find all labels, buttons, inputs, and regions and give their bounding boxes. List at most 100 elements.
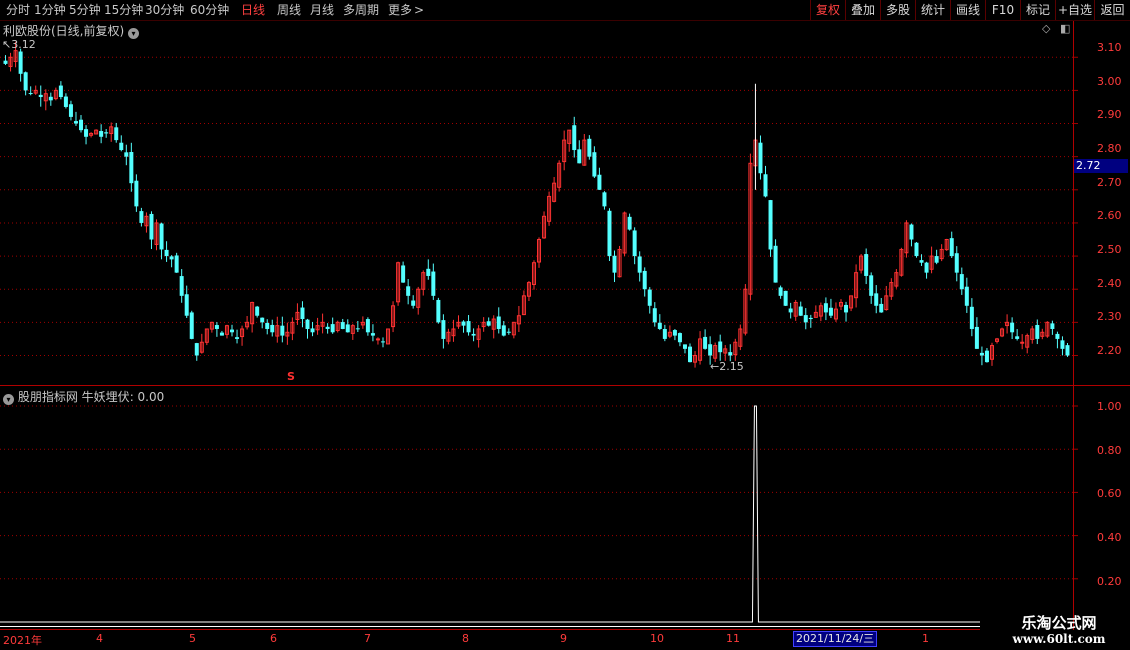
candle-body [411,300,416,306]
candle-body [657,322,662,329]
candle-body [924,262,929,273]
candle-body [934,256,939,263]
candle-body [164,249,169,257]
candle-body [73,121,78,124]
candle-body [788,308,793,313]
candle-body [169,256,174,260]
candle-body [879,303,884,313]
candle-body [607,210,612,257]
candle-body [149,213,154,240]
candle-body [375,338,380,341]
chevron-down-icon[interactable]: ▾ [3,394,14,405]
candle-body [823,303,828,313]
x-label-may: 5 [189,632,196,645]
candle-body [68,104,73,117]
candle-body [99,131,104,137]
candle-body [969,306,974,329]
candle-body [632,230,637,257]
y-tick-270: 2.70 [1097,176,1122,189]
candle-body [406,286,411,296]
main-panel-title-row: 利欧股份(日线,前复权) ▾ [3,22,140,39]
y-tick-300: 3.00 [1097,75,1122,88]
candle-body [58,85,63,98]
candle-body [84,129,89,137]
candle-body [365,319,370,333]
candle-body [959,274,964,290]
watermark-url: www.60lt.com [1012,632,1106,646]
candle-body [768,200,773,250]
candle-body [1020,341,1025,344]
candle-body [28,93,33,95]
candle-body [466,321,471,333]
candle-body [38,94,43,98]
ind-y-tick-020: 0.20 [1097,575,1122,588]
diamond-icon[interactable]: ◇ [1042,22,1050,35]
candle-body [310,328,315,333]
x-label-jul: 7 [364,632,371,645]
candle-body [63,96,68,107]
candle-body [763,174,768,197]
candle-body [642,270,647,290]
watermark-name: 乐淘公式网 [1021,614,1097,632]
candle-body [587,138,592,157]
candle-body [300,307,305,320]
candle-body [401,265,406,283]
chevron-down-icon[interactable]: ▾ [128,28,140,39]
candle-body [174,255,179,273]
indicator-title-row: ▾ 股朋指标网 牛妖埋伏: 0.00 [3,388,164,405]
candle-body [1010,322,1015,333]
ind-y-tick-060: 0.60 [1097,487,1122,500]
candle-body [214,325,219,329]
candle-body [979,352,984,356]
candle-body [1035,324,1040,339]
candle-body [914,242,919,257]
candle-body [184,294,189,316]
panel-toggle-icon[interactable]: ◧ [1060,22,1070,35]
current-price-badge: 2.72 [1074,159,1128,173]
ind-y-tick-100: 1.00 [1097,400,1122,413]
candle-body [461,321,466,326]
candle-body [682,344,687,349]
candle-body [773,245,778,283]
candle-body [844,304,849,313]
candle-body [919,260,924,263]
candle-body [48,96,53,101]
candle-body [159,223,164,250]
candle-body [974,326,979,349]
candle-body [104,132,109,134]
candle-body [506,331,511,333]
ind-y-tick-080: 0.80 [1097,444,1122,457]
sell-marker: S [287,370,295,383]
candle-body [1015,336,1020,339]
x-label-aug: 8 [462,632,469,645]
candle-body [139,211,144,223]
candle-body [265,322,270,329]
candle-body [486,321,491,326]
x-label-oct: 10 [650,632,664,645]
chart-canvas[interactable] [0,0,1130,650]
candle-body [798,306,803,316]
x-label-jan: 1 [922,632,929,645]
panel-frames [0,21,1130,630]
candle-body [129,152,134,184]
candle-body [441,320,446,339]
x-label-sep: 9 [560,632,567,645]
candle-body [708,344,713,356]
candle-body [677,333,682,343]
candle-body [340,322,345,329]
candle-body [808,317,813,320]
indicator-line [0,405,980,623]
candle-body [909,224,914,240]
candle-body [803,315,808,323]
candle-body [874,293,879,306]
y-tick-310: 3.10 [1097,41,1122,54]
candle-body [637,256,642,273]
indicator-value: 0.00 [137,390,165,404]
candle-body [718,341,723,353]
candle-body [662,329,667,339]
candle-body [758,142,763,174]
candle-body [652,308,657,323]
y-tick-240: 2.40 [1097,277,1122,290]
y-tick-260: 2.60 [1097,209,1122,222]
grid-lines [0,56,1078,580]
